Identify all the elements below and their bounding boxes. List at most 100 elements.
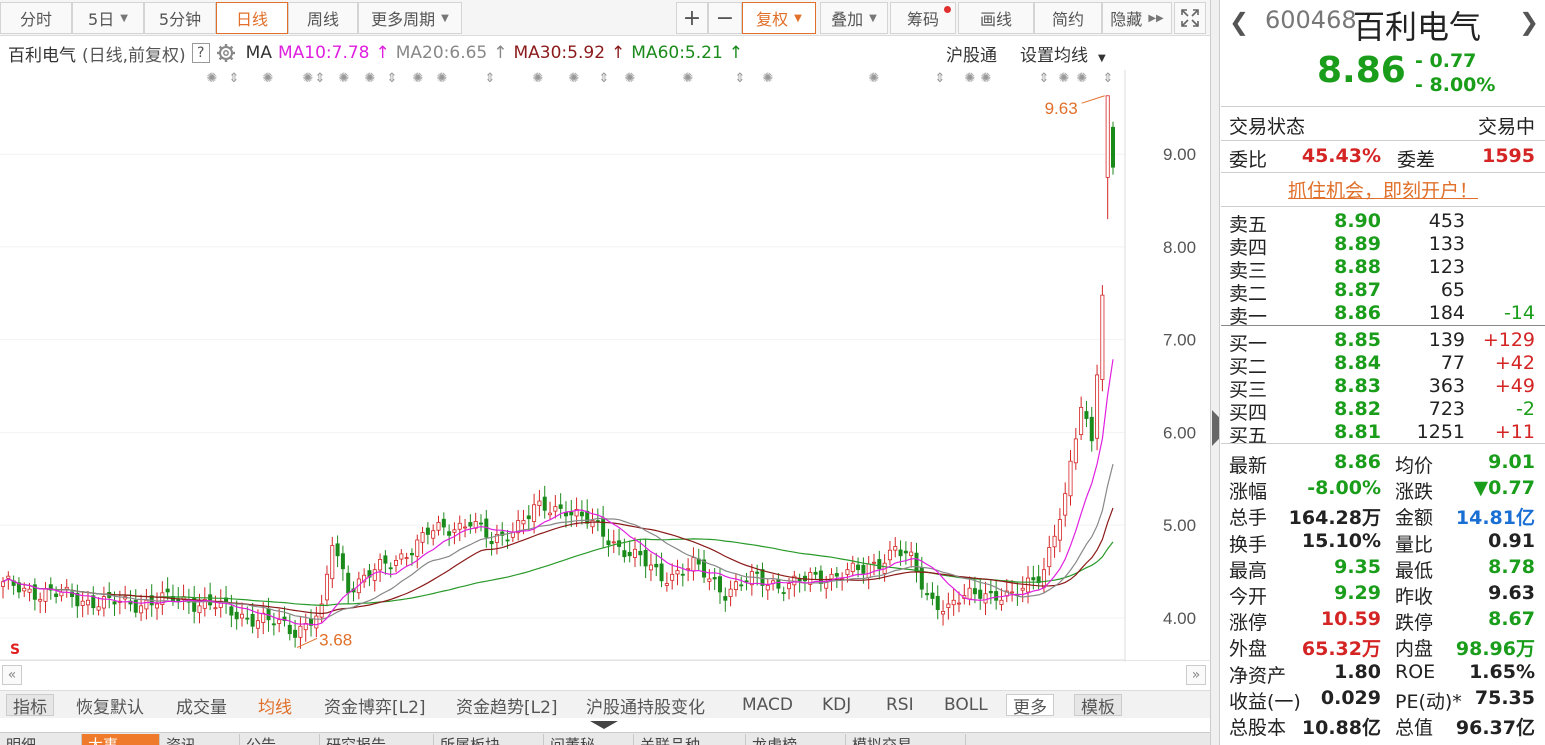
tab-related[interactable]: 关联品种: [634, 734, 746, 745]
sun-marker-icon[interactable]: ✺: [533, 71, 544, 86]
overlay-button[interactable]: 叠加 ▼: [820, 2, 888, 34]
candle: [664, 572, 669, 592]
tab-sector[interactable]: 所属板块: [434, 734, 544, 745]
price-change: - 0.77: [1415, 50, 1477, 72]
level-price: 8.83: [1334, 375, 1381, 397]
hide-button[interactable]: 隐藏 ▶▶: [1102, 2, 1172, 34]
candle-body: [978, 589, 983, 599]
candle: [569, 500, 574, 527]
kline-chart[interactable]: ✺ ⇕ ✺ ✺ ⇕ ✺ ✺ ⇕ ✺ ✺ ⇕ ✺ ✺ ⇕ ✺ ✺ ⇕ ✺ ✺ ⇕ ✺ ✺ ⇕ ✺ ✺ ⇕ 9.008.007.006…: [0, 70, 1210, 662]
sun-marker-icon[interactable]: ✺: [207, 71, 218, 86]
scroll-left-button[interactable]: «: [2, 665, 22, 685]
chips-button[interactable]: 筹码: [890, 2, 956, 34]
indicator-tab[interactable]: 沪股通持股变化: [586, 694, 705, 718]
arrow-marker-icon[interactable]: ⇕: [1039, 71, 1050, 86]
sun-marker-icon[interactable]: ✺: [263, 71, 274, 86]
tab-events[interactable]: 大事: [82, 734, 160, 745]
tab-news[interactable]: 资讯: [160, 734, 240, 745]
next-stock-icon[interactable]: ❯: [1519, 8, 1539, 36]
arrow-marker-icon[interactable]: ⇕: [1103, 71, 1114, 86]
candle-body: [622, 550, 627, 558]
sun-marker-icon[interactable]: ✺: [965, 71, 976, 86]
sun-marker-icon[interactable]: ✺: [569, 71, 580, 86]
tab-ask-secretary[interactable]: 问董秘: [544, 734, 634, 745]
splitter-handle[interactable]: [1212, 410, 1219, 446]
arrow-marker-icon[interactable]: ⇕: [315, 71, 326, 86]
arrow-marker-icon[interactable]: ⇕: [387, 71, 398, 86]
tab-daily[interactable]: 日线: [216, 2, 288, 34]
candle: [117, 590, 122, 615]
arrow-marker-icon[interactable]: ⇕: [229, 71, 240, 86]
indicator-tab[interactable]: 资金博弈[L2]: [324, 694, 426, 718]
tab-fenshi[interactable]: 分时: [0, 2, 72, 34]
arrow-marker-icon[interactable]: ⇕: [599, 71, 610, 86]
tab-weekly[interactable]: 周线: [288, 2, 358, 34]
tab-more-periods[interactable]: 更多周期 ▼: [358, 2, 462, 34]
indicator-tab[interactable]: 均线: [258, 694, 292, 718]
sun-marker-icon[interactable]: ✺: [1059, 71, 1070, 86]
tab-detail[interactable]: 明细: [0, 734, 82, 745]
arrow-marker-icon[interactable]: ⇕: [735, 71, 746, 86]
arrow-marker-icon[interactable]: ⇕: [485, 71, 496, 86]
candle-body: [829, 573, 834, 580]
status-value: 交易中: [1477, 116, 1535, 138]
template-button[interactable]: 模板: [1074, 694, 1122, 718]
candle-body: [1089, 416, 1094, 442]
candle: [919, 556, 924, 598]
sun-marker-icon[interactable]: ✺: [339, 71, 350, 86]
tab-dragon-tiger[interactable]: 龙虎榜: [746, 734, 846, 745]
help-icon[interactable]: ?: [191, 43, 210, 63]
candle: [250, 602, 255, 634]
hgt-link[interactable]: 沪股通: [946, 41, 997, 66]
indicator-tab[interactable]: KDJ: [822, 694, 851, 716]
sun-marker-icon[interactable]: ✺: [763, 71, 774, 86]
indicator-tab[interactable]: RSI: [886, 694, 914, 716]
arrow-marker-icon[interactable]: ⇕: [935, 71, 946, 86]
sun-marker-icon[interactable]: ✺: [981, 71, 992, 86]
fullscreen-button[interactable]: [1174, 2, 1206, 34]
draw-button[interactable]: 画线: [958, 2, 1034, 34]
indicator-tab[interactable]: BOLL: [944, 694, 988, 716]
tab-announce[interactable]: 公告: [240, 734, 320, 745]
tab-5min[interactable]: 5分钟: [144, 2, 216, 34]
tab-label: 更多周期: [371, 10, 436, 29]
sun-marker-icon[interactable]: ✺: [413, 71, 424, 86]
more-indicators-button[interactable]: 更多: [1006, 694, 1054, 718]
panel-splitter[interactable]: [1210, 0, 1220, 745]
sun-marker-icon[interactable]: ✺: [683, 71, 694, 86]
zoom-in-button[interactable]: +: [676, 2, 708, 34]
open-account-link[interactable]: 抓住机会，即刻开户！: [1221, 176, 1545, 204]
candle: [967, 576, 972, 606]
set-ma-button[interactable]: 设置均线 ▼: [1020, 41, 1112, 66]
sun-marker-icon[interactable]: ✺: [365, 71, 376, 86]
tab-simulate[interactable]: 模拟交易: [846, 734, 966, 745]
candle-body: [675, 570, 680, 575]
simple-button[interactable]: 简约: [1034, 2, 1102, 34]
prev-stock-icon[interactable]: ❮: [1229, 8, 1249, 36]
scroll-right-button[interactable]: »: [1186, 665, 1206, 685]
indicator-tab[interactable]: 指标: [6, 694, 54, 718]
collapse-handle[interactable]: [590, 721, 618, 729]
tab-5day[interactable]: 5日 ▼: [72, 2, 144, 34]
indicator-tab[interactable]: MACD: [742, 694, 793, 716]
sun-marker-icon[interactable]: ✺: [303, 71, 314, 86]
period-toolbar: 分时 5日 ▼ 5分钟 日线 周线 更多周期 ▼ + − 复权 ▼ 叠加 ▼ 筹码 画线…: [0, 0, 1210, 36]
gear-icon[interactable]: [216, 43, 236, 63]
stat-label: 最新: [1229, 455, 1268, 477]
zoom-out-button[interactable]: −: [708, 2, 742, 34]
candle-body: [1063, 493, 1068, 516]
candle: [441, 512, 446, 536]
level-delta: +42: [1494, 352, 1535, 374]
sun-marker-icon[interactable]: ✺: [869, 71, 880, 86]
sun-marker-icon[interactable]: ✺: [1077, 71, 1088, 86]
indicator-tab[interactable]: 恢复默认: [76, 694, 144, 718]
signal-icon[interactable]: S: [10, 642, 20, 658]
sun-marker-icon[interactable]: ✺: [625, 71, 636, 86]
candle: [946, 592, 951, 620]
candle-body: [1105, 95, 1110, 178]
sun-marker-icon[interactable]: ✺: [437, 71, 448, 86]
tab-research[interactable]: 研究报告: [320, 734, 434, 745]
indicator-tab[interactable]: 成交量: [176, 694, 227, 718]
fuquan-button[interactable]: 复权 ▼: [742, 2, 816, 34]
indicator-tab[interactable]: 资金趋势[L2]: [456, 694, 558, 718]
